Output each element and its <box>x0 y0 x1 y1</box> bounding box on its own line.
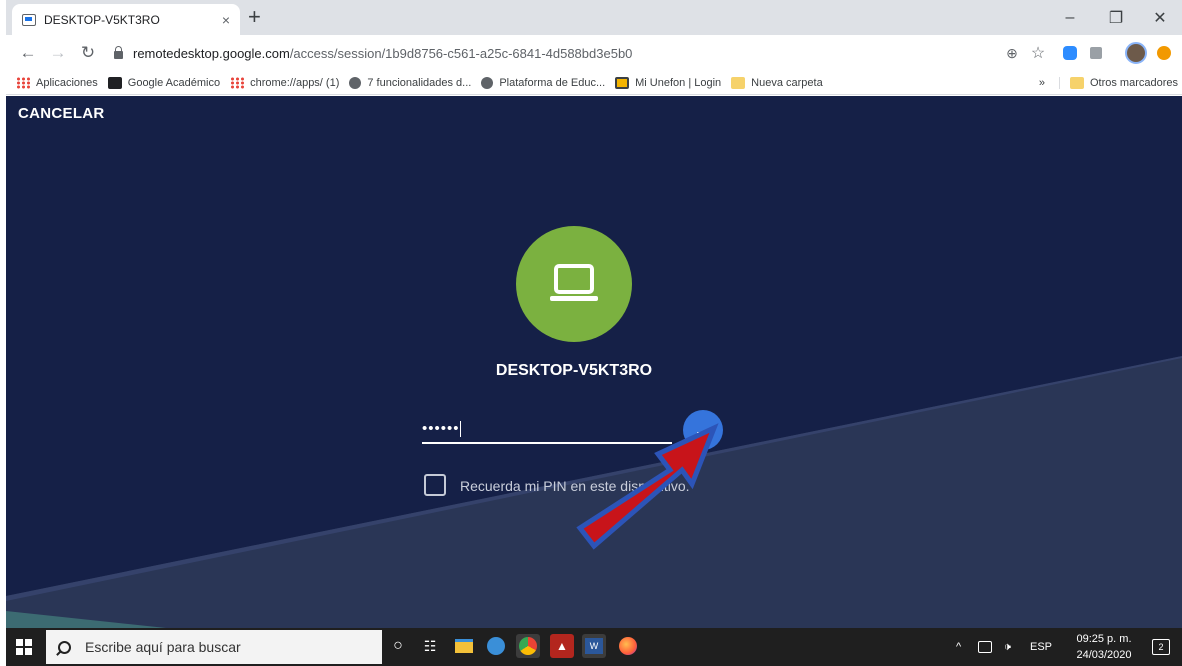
text-cursor <box>459 421 461 438</box>
install-app-icon[interactable]: ⊕ <box>1002 43 1022 63</box>
reload-icon[interactable]: ↻ <box>76 41 100 65</box>
bookmark-label: chrome://apps/ (1) <box>250 76 340 89</box>
windows-start-icon[interactable] <box>16 639 32 655</box>
globe-icon <box>349 76 362 89</box>
browser-toolbar: ← → ↻ remotedesktop.google.com/access/se… <box>6 35 1182 71</box>
bookmark-chrome-apps[interactable]: chrome://apps/ (1) <box>230 76 340 89</box>
tab-close-icon[interactable]: × <box>222 12 230 28</box>
folder-icon <box>1069 76 1084 89</box>
address-bar[interactable]: remotedesktop.google.com/access/session/… <box>106 39 986 67</box>
notifications-count: 2 <box>1152 639 1170 655</box>
zoom-extension-icon[interactable] <box>1060 43 1080 63</box>
bookmark-apps[interactable]: Aplicaciones <box>16 76 98 89</box>
tray-overflow-icon[interactable]: ^ <box>956 628 961 666</box>
host-avatar <box>516 226 632 342</box>
bookmark-label: Plataforma de Educ... <box>499 76 606 89</box>
firefox-icon[interactable] <box>616 634 640 658</box>
chrome-remote-icon[interactable] <box>516 634 540 658</box>
bookmark-label: Nueva carpeta <box>751 76 823 89</box>
notifications-icon[interactable]: 2 <box>1152 628 1170 666</box>
url-text: remotedesktop.google.com/access/session/… <box>133 46 632 61</box>
search-icon <box>58 640 71 654</box>
window-close-icon[interactable]: ✕ <box>1138 0 1182 35</box>
browser-tab[interactable]: DESKTOP-V5KT3RO × <box>12 4 240 35</box>
windows-taskbar: Escribe aquí para buscar ○ ☷ ▲ W ^ 🕩 ESP… <box>6 628 1182 666</box>
bookmark-funcionalidades[interactable]: 7 funcionalidades d... <box>349 76 472 89</box>
extension-orange-icon[interactable] <box>1154 43 1174 63</box>
cortana-icon[interactable]: ○ <box>386 634 410 658</box>
url-path: /access/session/1b9d8756-c561-a25c-6841-… <box>289 45 633 61</box>
remote-desktop-page: CANCELAR DESKTOP-V5KT3RO •••••• → Recuer… <box>6 96 1182 628</box>
mendeley-icon[interactable]: ▲ <box>550 634 574 658</box>
globe-icon <box>481 76 494 89</box>
other-bookmarks-label: Otros marcadores <box>1089 76 1178 89</box>
taskbar-clock[interactable]: 09:25 p. m. 24/03/2020 <box>1069 631 1139 663</box>
minimize-icon[interactable]: – <box>1048 0 1092 35</box>
url-domain: remotedesktop.google.com <box>133 45 290 61</box>
clock-date: 24/03/2020 <box>1076 649 1132 661</box>
bookmark-label: Aplicaciones <box>36 76 98 89</box>
bookmarks-bar: Aplicaciones Google Académico chrome://a… <box>6 71 1182 95</box>
bookmark-star-icon[interactable]: ☆ <box>1028 43 1048 63</box>
bookmarks-overflow-button[interactable]: » <box>1039 77 1045 89</box>
restore-icon[interactable]: ❐ <box>1094 0 1138 35</box>
laptop-icon <box>550 264 598 301</box>
taskbar-search[interactable]: Escribe aquí para buscar <box>46 630 382 664</box>
forward-icon[interactable]: → <box>46 41 70 65</box>
tab-strip: DESKTOP-V5KT3RO × + – ❐ ✕ <box>6 0 1182 35</box>
bookmark-plataforma[interactable]: Plataforma de Educ... <box>481 76 606 89</box>
back-icon[interactable]: ← <box>16 41 40 65</box>
language-indicator[interactable]: ESP <box>1030 628 1052 666</box>
bookmark-label: Google Académico <box>127 76 221 89</box>
host-name: DESKTOP-V5KT3RO <box>495 362 653 379</box>
bookmark-google-scholar[interactable]: Google Académico <box>107 76 221 89</box>
extension-flag-icon[interactable] <box>1086 43 1106 63</box>
bookmark-nueva-carpeta[interactable]: Nueva carpeta <box>731 76 823 89</box>
tab-title: DESKTOP-V5KT3RO <box>44 12 160 27</box>
file-explorer-icon[interactable] <box>452 634 476 658</box>
pin-value: •••••• <box>422 420 460 437</box>
edge-browser-icon[interactable] <box>484 634 508 658</box>
scholar-icon <box>107 76 122 89</box>
remember-pin-checkbox[interactable] <box>424 474 446 496</box>
other-bookmarks[interactable]: Otros marcadores <box>1058 76 1178 89</box>
bookmark-label: 7 funcionalidades d... <box>367 76 472 89</box>
bookmark-unefon[interactable]: Mi Unefon | Login <box>615 76 722 89</box>
volume-icon[interactable]: 🕩 <box>1004 628 1011 666</box>
word-icon[interactable]: W <box>582 634 606 658</box>
unefon-icon <box>615 76 630 89</box>
profile-avatar[interactable] <box>1124 41 1148 65</box>
apps-grid-icon <box>230 76 245 89</box>
folder-icon <box>731 76 746 89</box>
cancel-button[interactable]: CANCELAR <box>18 105 105 122</box>
apps-grid-icon <box>16 76 30 89</box>
bookmark-label: Mi Unefon | Login <box>635 76 722 89</box>
task-view-icon[interactable]: ☷ <box>418 634 442 658</box>
lock-icon <box>114 45 123 59</box>
tray-app-icon[interactable] <box>978 628 992 666</box>
search-placeholder: Escribe aquí para buscar <box>85 639 241 655</box>
clock-time: 09:25 p. m. <box>1076 633 1132 645</box>
annotation-arrow-icon <box>576 423 719 550</box>
remote-desktop-favicon-icon <box>22 13 36 26</box>
new-tab-button[interactable]: + <box>248 4 261 30</box>
